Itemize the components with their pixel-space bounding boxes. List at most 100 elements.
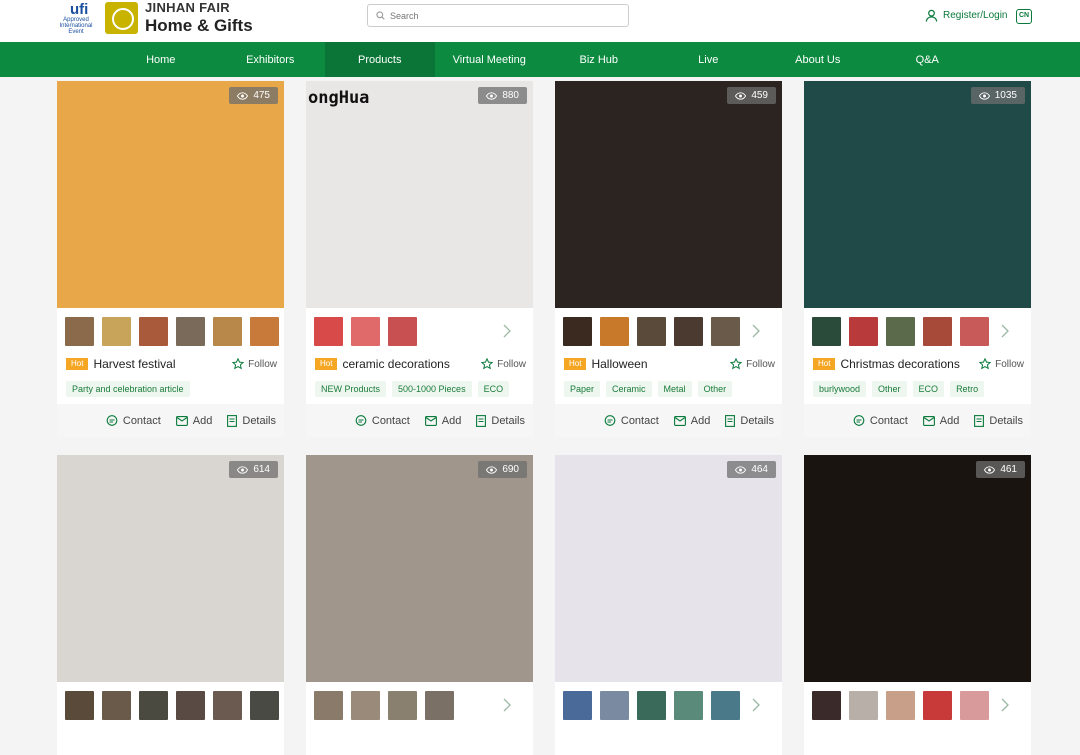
chevron-right-icon[interactable] (503, 324, 511, 338)
product-photo[interactable]: 459 (555, 81, 782, 308)
contact-button[interactable]: Contact (106, 415, 161, 427)
thumbnail[interactable] (213, 691, 242, 720)
thumbnail[interactable] (176, 317, 205, 346)
product-title[interactable]: ceramic decorations (342, 357, 481, 371)
thumbnail[interactable] (886, 317, 915, 346)
thumbnail[interactable] (425, 691, 454, 720)
product-tag[interactable]: 500-1000 Pieces (392, 381, 472, 397)
thumbnail[interactable] (176, 691, 205, 720)
chevron-right-icon[interactable] (503, 698, 511, 712)
product-card[interactable]: ongHua 880 Hot ceramic decorations Follow NEW… (306, 81, 533, 437)
product-tag[interactable]: Ceramic (606, 381, 652, 397)
brand[interactable]: JINHAN FAIR Home & Gifts (145, 0, 253, 36)
nav-live[interactable]: Live (654, 42, 764, 77)
follow-button[interactable]: Follow (979, 358, 1024, 370)
product-card[interactable]: 475 Hot Harvest festival Follow Party and ce… (57, 81, 284, 437)
product-photo[interactable]: 461 (804, 455, 1031, 682)
thumbnails-next-button[interactable] (503, 698, 511, 717)
product-photo[interactable]: 475 (57, 81, 284, 308)
contact-button[interactable]: Contact (604, 415, 659, 427)
product-card[interactable]: 459 Hot Halloween Follow Paper Ceramic Metal Ot… (555, 81, 782, 437)
thumbnail[interactable] (314, 691, 343, 720)
thumbnail[interactable] (812, 691, 841, 720)
thumbnail[interactable] (600, 691, 629, 720)
chevron-right-icon[interactable] (752, 324, 760, 338)
details-button[interactable]: Details (725, 415, 774, 427)
product-photo[interactable]: 690 (306, 455, 533, 682)
product-tag[interactable]: NEW Products (315, 381, 387, 397)
language-toggle[interactable]: CN (1016, 9, 1032, 24)
chevron-right-icon[interactable] (1001, 324, 1009, 338)
nav-home[interactable]: Home (106, 42, 216, 77)
nav-products[interactable]: Products (325, 42, 435, 77)
product-tag[interactable]: Metal (657, 381, 692, 397)
product-card[interactable]: 614 (57, 455, 284, 755)
search-box[interactable] (367, 4, 629, 27)
chevron-right-icon[interactable] (752, 698, 760, 712)
product-tag[interactable]: Other (697, 381, 733, 397)
product-title[interactable]: Christmas decorations (840, 357, 979, 371)
jinhan-logo-mark[interactable] (105, 2, 138, 34)
thumbnail[interactable] (102, 691, 131, 720)
details-button[interactable]: Details (476, 415, 525, 427)
product-tag[interactable]: burlywood (813, 381, 867, 397)
thumbnail[interactable] (213, 317, 242, 346)
thumbnail[interactable] (637, 691, 666, 720)
nav-biz-hub[interactable]: Biz Hub (544, 42, 654, 77)
product-tag[interactable]: ECO (477, 381, 510, 397)
thumbnail[interactable] (849, 317, 878, 346)
ufi-logo[interactable]: ufi Approved International Event (56, 1, 96, 37)
thumbnail[interactable] (923, 691, 952, 720)
thumbnail[interactable] (600, 317, 629, 346)
thumbnail[interactable] (960, 317, 989, 346)
product-tag[interactable]: Other (872, 381, 907, 397)
thumbnail[interactable] (388, 317, 417, 346)
nav-about-us[interactable]: About Us (763, 42, 873, 77)
product-tag[interactable]: Party and celebration article (66, 381, 190, 397)
thumbnail[interactable] (139, 691, 168, 720)
thumbnail[interactable] (674, 317, 703, 346)
thumbnail[interactable] (563, 691, 592, 720)
product-card[interactable]: 461 (804, 455, 1031, 755)
product-tag[interactable]: Paper (564, 381, 601, 397)
product-title[interactable]: Harvest festival (93, 357, 232, 371)
thumbnail[interactable] (563, 317, 592, 346)
product-photo[interactable]: ongHua 880 (306, 81, 533, 308)
thumbnail[interactable] (351, 691, 380, 720)
thumbnails-next-button[interactable] (752, 324, 760, 343)
product-photo[interactable]: 464 (555, 455, 782, 682)
thumbnail[interactable] (65, 317, 94, 346)
thumbnail[interactable] (674, 691, 703, 720)
thumbnail[interactable] (812, 317, 841, 346)
follow-button[interactable]: Follow (232, 358, 277, 370)
thumbnail[interactable] (250, 317, 279, 346)
product-card[interactable]: 690 (306, 455, 533, 755)
product-card[interactable]: 1035 Hot Christmas decorations Follow burlyw… (804, 81, 1031, 437)
nav-exhibitors[interactable]: Exhibitors (216, 42, 326, 77)
thumbnail[interactable] (250, 691, 279, 720)
product-tag[interactable]: Retro (950, 381, 985, 397)
thumbnail[interactable] (102, 317, 131, 346)
thumbnails-next-button[interactable] (1001, 698, 1009, 717)
follow-button[interactable]: Follow (730, 358, 775, 370)
contact-button[interactable]: Contact (853, 415, 908, 427)
add-button[interactable]: Add (175, 415, 212, 427)
thumbnail[interactable] (637, 317, 666, 346)
details-button[interactable]: Details (974, 415, 1023, 427)
thumbnails-next-button[interactable] (1001, 324, 1009, 343)
thumbnail[interactable] (886, 691, 915, 720)
product-photo[interactable]: 614 (57, 455, 284, 682)
thumbnail[interactable] (314, 317, 343, 346)
product-tag[interactable]: ECO (912, 381, 945, 397)
thumbnail[interactable] (960, 691, 989, 720)
thumbnail[interactable] (65, 691, 94, 720)
follow-button[interactable]: Follow (481, 358, 526, 370)
thumbnail[interactable] (849, 691, 878, 720)
thumbnail[interactable] (923, 317, 952, 346)
add-button[interactable]: Add (922, 415, 959, 427)
product-photo[interactable]: 1035 (804, 81, 1031, 308)
thumbnails-next-button[interactable] (752, 698, 760, 717)
product-title[interactable]: Halloween (591, 357, 730, 371)
search-input[interactable] (390, 8, 620, 24)
thumbnail[interactable] (139, 317, 168, 346)
